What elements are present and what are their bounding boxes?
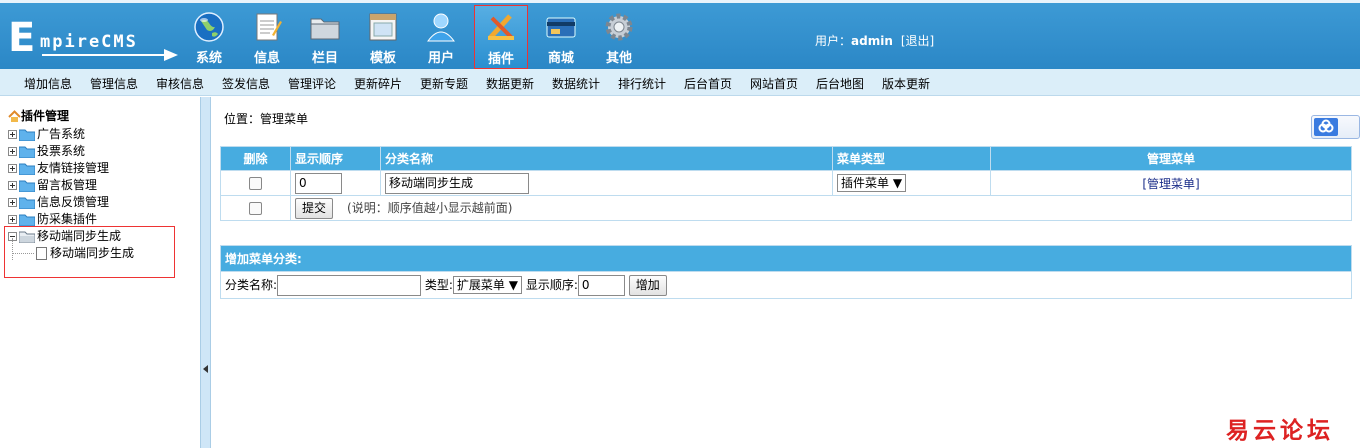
table-row: 0 移动端同步生成 插件菜单 ▼ [管理菜单] [220, 170, 1352, 196]
menu-site-home[interactable]: 网站首页 [750, 75, 798, 92]
folder-icon [19, 214, 35, 226]
top-header: E mpireCMS 系统 信息 栏目 模板 用户 插件 商城 其他 用户：ad… [0, 0, 1360, 69]
logout-link[interactable]: [退出] [901, 34, 934, 48]
menu-update-data[interactable]: 数据更新 [486, 75, 534, 92]
tree-item-guestbook[interactable]: 留言板管理 [8, 176, 97, 192]
globe-icon [194, 12, 224, 42]
table-header: 删除 显示顺序 分类名称 菜单类型 管理菜单 [220, 146, 1352, 171]
username: admin [851, 34, 893, 48]
menu-update-topics[interactable]: 更新专题 [420, 75, 468, 92]
col-name: 分类名称 [380, 146, 833, 171]
manage-menu-link[interactable]: [管理菜单] [1142, 177, 1199, 191]
menu-add-info[interactable]: 增加信息 [24, 75, 72, 92]
folder-icon [19, 129, 35, 141]
card-icon [546, 17, 576, 38]
expand-icon[interactable] [8, 164, 17, 173]
collapse-arrow-icon [203, 365, 208, 373]
breadcrumb: 位置：管理菜单 [224, 112, 309, 126]
document-icon [256, 13, 282, 41]
nav-template[interactable]: 模板 [356, 5, 410, 69]
expand-icon[interactable] [8, 147, 17, 156]
nav-column[interactable]: 栏目 [298, 5, 352, 69]
watermark-logo: 易云论坛 [1226, 417, 1334, 444]
new-category-name-input[interactable] [277, 274, 422, 296]
cloud-icon [1314, 118, 1338, 136]
expand-icon[interactable] [8, 130, 17, 139]
nav-plugin[interactable]: 插件 [474, 5, 528, 69]
tree-item-feedback[interactable]: 信息反馈管理 [8, 193, 109, 209]
user-icon [427, 13, 455, 42]
type-select[interactable]: 插件菜单 ▼ [837, 174, 907, 192]
col-type: 菜单类型 [832, 146, 991, 171]
tree-item-ads[interactable]: 广告系统 [8, 125, 85, 141]
expand-icon[interactable] [8, 215, 17, 224]
select-all-checkbox[interactable] [249, 202, 262, 215]
nav-system[interactable]: 系统 [182, 5, 236, 69]
submit-button[interactable]: 提交 [295, 197, 334, 219]
menu-rank-stats[interactable]: 排行统计 [618, 75, 666, 92]
menu-admin-map[interactable]: 后台地图 [816, 75, 864, 92]
folder-icon [310, 18, 340, 40]
folder-icon [19, 163, 35, 175]
user-info: 用户：admin [退出] [815, 34, 935, 48]
nav-user[interactable]: 用户 [414, 5, 468, 69]
table-footer-row: 提交 (说明：顺序值越小显示越前面) [220, 195, 1352, 221]
template-icon [369, 13, 397, 41]
col-order: 显示顺序 [290, 146, 381, 171]
add-category-title: 增加菜单分类: [220, 245, 1352, 272]
menu-manage-comments[interactable]: 管理评论 [288, 75, 336, 92]
menu-audit-info[interactable]: 审核信息 [156, 75, 204, 92]
menu-data-stats[interactable]: 数据统计 [552, 75, 600, 92]
folder-icon [19, 180, 35, 192]
highlight-box [4, 226, 175, 278]
nav-other[interactable]: 其他 [592, 5, 646, 69]
nav-shop[interactable]: 商城 [534, 5, 588, 69]
home-icon [8, 110, 21, 122]
col-delete: 删除 [220, 146, 291, 171]
sidebar-toggle[interactable] [200, 97, 211, 448]
plugin-tree: 插件管理 广告系统 投票系统 友情链接管理 留言板管理 信息反馈管理 防采集插件… [0, 97, 200, 448]
new-category-order-input[interactable]: 0 [577, 274, 625, 296]
tree-item-friendlinks[interactable]: 友情链接管理 [8, 159, 109, 175]
tree-item-vote[interactable]: 投票系统 [8, 142, 85, 158]
share-button[interactable] [1311, 115, 1360, 139]
quick-menu-bar: 增加信息 管理信息 审核信息 签发信息 管理评论 更新碎片 更新专题 数据更新 … [0, 69, 1360, 96]
order-note: (说明：顺序值越小显示越前面) [347, 200, 513, 215]
folder-icon [19, 146, 35, 158]
add-button[interactable]: 增加 [628, 274, 667, 296]
menu-manage-info[interactable]: 管理信息 [90, 75, 138, 92]
plugin-tools-icon [488, 14, 514, 40]
menu-version-update[interactable]: 版本更新 [882, 75, 930, 92]
gear-icon [605, 13, 633, 41]
delete-checkbox[interactable] [249, 177, 262, 190]
tree-root[interactable]: 插件管理 [8, 107, 69, 124]
expand-icon[interactable] [8, 181, 17, 190]
tree-item-anticollect[interactable]: 防采集插件 [8, 210, 97, 226]
name-input[interactable]: 移动端同步生成 [385, 172, 529, 194]
add-category-table: 增加菜单分类: 分类名称: 类型: 扩展菜单 ▼ 显示顺序: 0 增加 [220, 245, 1352, 299]
menu-admin-home[interactable]: 后台首页 [684, 75, 732, 92]
new-category-type-select[interactable]: 扩展菜单 ▼ [452, 276, 522, 294]
menu-sign-info[interactable]: 签发信息 [222, 75, 270, 92]
folder-icon [19, 197, 35, 209]
expand-icon[interactable] [8, 198, 17, 207]
menu-table: 删除 显示顺序 分类名称 菜单类型 管理菜单 0 移动端同步生成 插件菜单 ▼ … [220, 146, 1352, 221]
col-manage: 管理菜单 [990, 146, 1352, 171]
order-input[interactable]: 0 [295, 172, 342, 194]
empirecms-logo[interactable]: E mpireCMS [8, 18, 178, 61]
nav-info[interactable]: 信息 [240, 5, 294, 69]
menu-update-fragments[interactable]: 更新碎片 [354, 75, 402, 92]
main-panel: 位置：管理菜单 删除 显示顺序 分类名称 菜单类型 管理菜单 0 移动端同步生成… [212, 97, 1360, 448]
